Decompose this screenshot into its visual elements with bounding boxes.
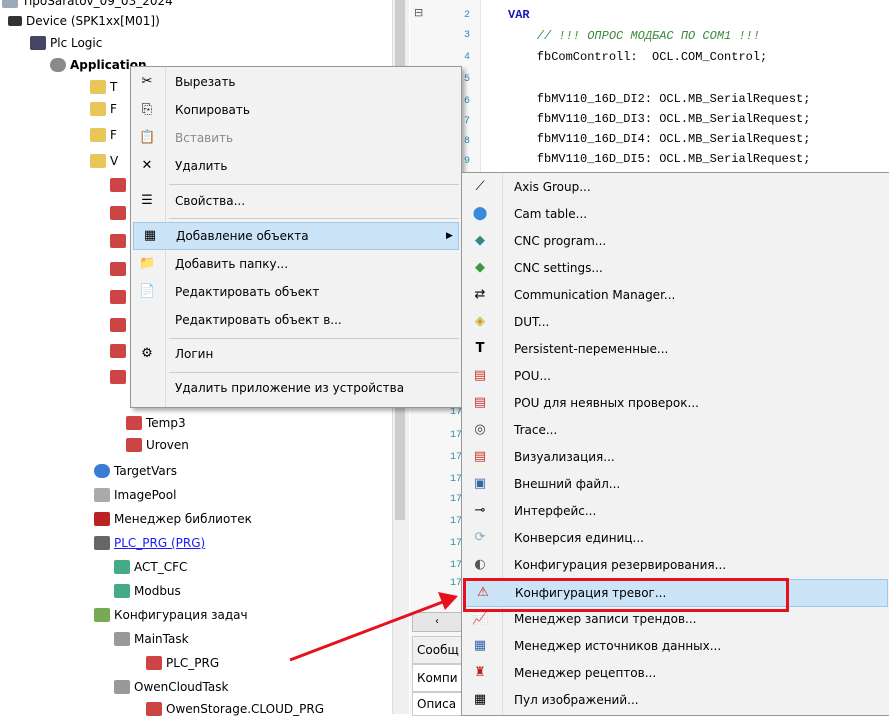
arrow-line	[289, 598, 449, 662]
arrow-head	[438, 592, 458, 610]
annotation-arrow-icon	[289, 592, 458, 662]
